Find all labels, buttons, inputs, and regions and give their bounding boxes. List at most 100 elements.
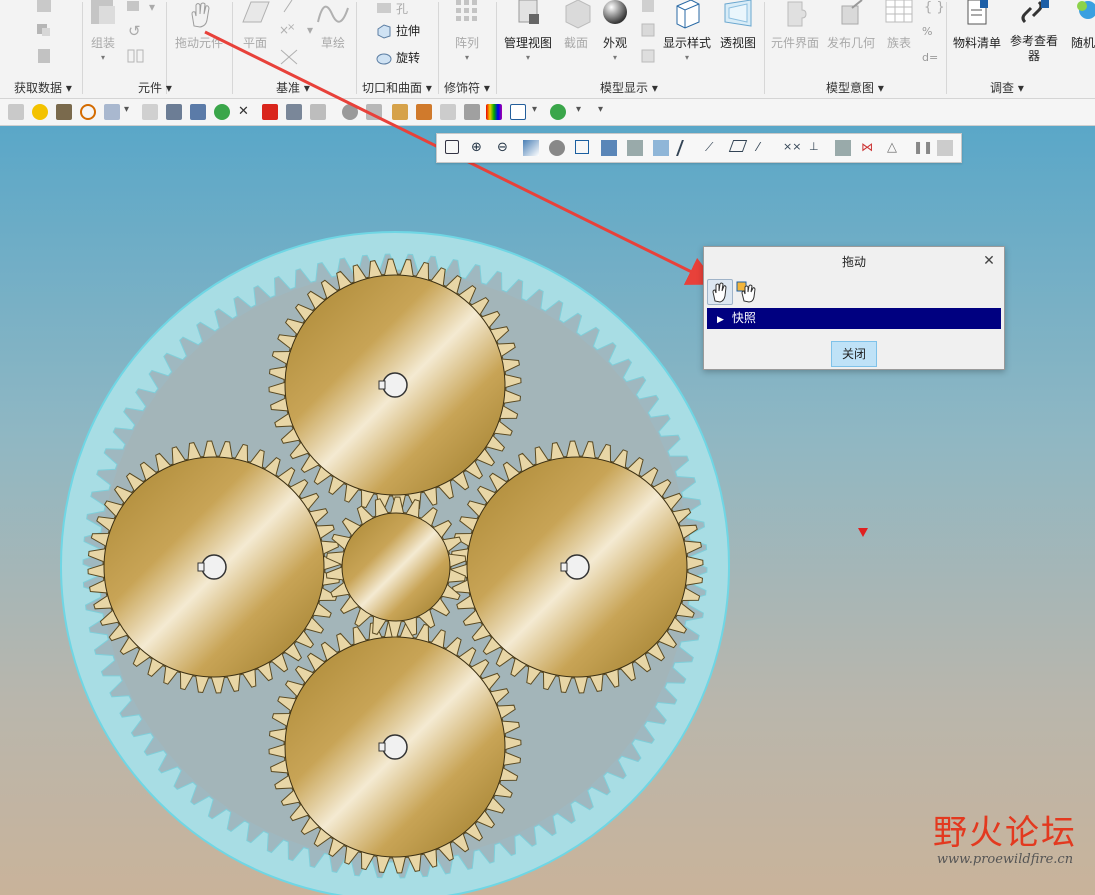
spin-icon[interactable] xyxy=(464,104,480,120)
axis-icon[interactable] xyxy=(280,0,296,14)
chevron-down-icon[interactable]: ▾ xyxy=(532,104,542,120)
get-data-icon-1[interactable] xyxy=(36,0,52,14)
gear-icon[interactable] xyxy=(56,104,72,120)
axis-display-icon[interactable]: ⁄ xyxy=(757,140,773,156)
group-label-get-data[interactable]: 获取数据 ▾ xyxy=(14,79,72,96)
export-icon[interactable] xyxy=(190,104,206,120)
regenerate-icon[interactable]: ↺ xyxy=(128,22,141,40)
drag-component-button[interactable]: 拖动元件 xyxy=(172,0,226,51)
annotation-display-icon[interactable] xyxy=(835,140,851,156)
extrude-button[interactable]: 拉伸 xyxy=(376,22,420,39)
point-icon[interactable]: × × ▾ xyxy=(279,22,313,38)
parameters-icon[interactable]: % xyxy=(922,22,940,38)
plane-display-icon[interactable] xyxy=(728,140,748,152)
edit-icon[interactable] xyxy=(8,104,24,120)
revolve-button[interactable]: 旋转 xyxy=(376,49,420,66)
spin-center-icon[interactable]: ⋈ xyxy=(861,140,877,156)
display-small-3[interactable] xyxy=(640,48,656,64)
delete-icon[interactable] xyxy=(262,104,278,120)
family-table-button[interactable]: 族表 xyxy=(884,0,914,51)
pattern-button[interactable]: 阵列 ▾ xyxy=(449,0,485,62)
color-palette-icon[interactable] xyxy=(486,104,502,120)
close-window-icon[interactable]: ✕ xyxy=(238,104,254,120)
info-icon[interactable] xyxy=(286,104,302,120)
group-label-cut-surface[interactable]: 切口和曲面 ▾ xyxy=(362,79,432,96)
layer-icon[interactable] xyxy=(392,104,408,120)
bom-button[interactable]: 物料清单 xyxy=(952,0,1002,51)
group-label-component[interactable]: 元件 ▾ xyxy=(138,79,172,96)
point-display-icon[interactable]: ×× xyxy=(783,140,801,156)
display-style-icon[interactable] xyxy=(510,104,526,120)
saved-views-icon[interactable] xyxy=(601,140,617,156)
plane-button[interactable]: 平面 xyxy=(238,0,272,51)
green-dot-icon[interactable] xyxy=(214,104,230,120)
section-button[interactable]: 截面 xyxy=(562,0,591,51)
perspective-icon xyxy=(724,0,752,27)
group-label-investigate[interactable]: 调查 ▾ xyxy=(990,79,1024,96)
save-icon[interactable] xyxy=(166,104,182,120)
target-icon[interactable] xyxy=(80,104,96,120)
sketch-button[interactable]: 草绘 xyxy=(316,0,350,51)
refit-icon[interactable] xyxy=(445,140,459,154)
print-icon[interactable] xyxy=(310,104,326,120)
assemble-icon xyxy=(91,0,115,24)
tree-icon[interactable] xyxy=(104,104,120,120)
zoom-in-icon[interactable]: ⊕ xyxy=(471,140,487,156)
mirror-component-icon[interactable] xyxy=(127,48,145,64)
shading-icon[interactable] xyxy=(549,140,565,156)
chevron-down-icon[interactable]: ▾ xyxy=(576,104,586,120)
hole-button[interactable]: 孔 xyxy=(376,0,408,17)
random-button[interactable]: 随机 xyxy=(1068,0,1095,51)
triangle-icon[interactable]: △ xyxy=(887,140,903,156)
coordinate-system-icon[interactable] xyxy=(279,48,299,66)
datum-display-icon[interactable]: ⟋ xyxy=(705,140,721,156)
group-label-model-intent[interactable]: 模型意图 ▾ xyxy=(826,79,884,96)
display-style-button[interactable]: 显示样式 ▾ xyxy=(662,0,712,62)
publish-geometry-button[interactable]: 发布几何 xyxy=(826,0,876,51)
drag-body-icon[interactable] xyxy=(734,279,760,305)
group-label-modifiers[interactable]: 修饰符 ▾ xyxy=(444,79,490,96)
display-small-2[interactable] xyxy=(640,22,656,38)
orient-icon[interactable] xyxy=(416,104,432,120)
repaint-icon[interactable] xyxy=(523,140,539,156)
measure-icon[interactable] xyxy=(142,104,158,120)
appearance-button[interactable]: 外观 ▾ xyxy=(600,0,630,62)
zoom-out-icon[interactable]: ⊖ xyxy=(497,140,513,156)
regenerate-dot-icon[interactable] xyxy=(550,104,566,120)
ruler-icon[interactable] xyxy=(440,104,456,120)
manage-views-button[interactable]: 管理视图 ▾ xyxy=(502,0,554,62)
display-small-1[interactable] xyxy=(640,0,656,14)
component-small-1[interactable]: ▾ xyxy=(127,0,155,14)
reference-viewer-button[interactable]: 参考查看器 xyxy=(1008,0,1060,64)
hide-icon[interactable] xyxy=(366,104,382,120)
csys-display-icon[interactable]: ⊥ xyxy=(809,140,825,156)
smiley-icon[interactable] xyxy=(32,104,48,120)
customize-toolbar-icon[interactable]: ▾ xyxy=(598,104,608,120)
close-button[interactable]: 关闭 xyxy=(831,341,877,367)
graphics-viewport[interactable] xyxy=(0,126,1095,895)
group-separator xyxy=(232,2,233,94)
switch-dimensions-icon[interactable]: d= xyxy=(922,48,940,64)
group-separator xyxy=(438,2,439,94)
eye-icon[interactable] xyxy=(342,104,358,120)
cube-icon[interactable] xyxy=(575,140,589,154)
revolve-icon xyxy=(376,53,392,64)
close-icon[interactable]: ✕ xyxy=(982,254,996,268)
view-manager-icon[interactable] xyxy=(627,140,643,156)
chevron-down-icon[interactable]: ▾ xyxy=(124,104,134,120)
relations-icon[interactable]: { } xyxy=(924,0,945,15)
group-label-datum[interactable]: 基准 ▾ xyxy=(276,79,310,96)
publish-geometry-icon xyxy=(841,0,863,25)
perspective-view-icon[interactable] xyxy=(653,140,669,156)
drag-point-icon[interactable] xyxy=(707,279,733,305)
stop-icon[interactable] xyxy=(937,140,953,156)
section-view-icon[interactable] xyxy=(676,140,700,156)
group-label-model-display[interactable]: 模型显示 ▾ xyxy=(600,79,658,96)
perspective-button[interactable]: 透视图 xyxy=(718,0,758,51)
pause-icon[interactable]: ❚❚ xyxy=(913,140,933,156)
snapshot-section-header[interactable]: ▶ 快照 xyxy=(707,308,1001,329)
get-data-icon-2[interactable] xyxy=(36,22,52,38)
get-data-icon-3[interactable] xyxy=(36,48,52,64)
assemble-button[interactable]: 组装 ▾ xyxy=(86,0,120,62)
component-interface-button[interactable]: 元件界面 xyxy=(770,0,820,51)
